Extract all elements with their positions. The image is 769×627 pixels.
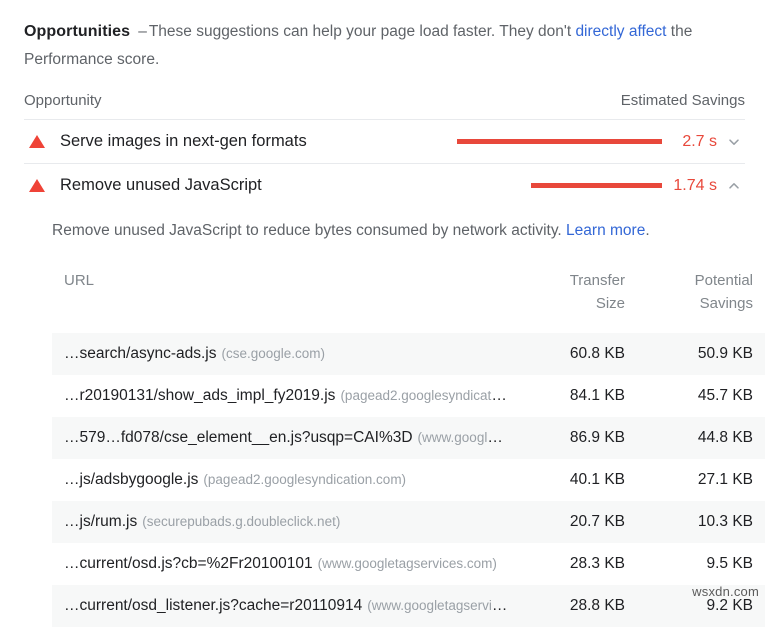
warning-triangle-icon	[26, 135, 48, 148]
cell-potential-savings: 10.3 KB	[697, 513, 753, 530]
url-table-header-row: URL Transfer Size Potential Savings	[52, 269, 765, 333]
transfer-size-line2: Size	[595, 295, 625, 312]
opportunity-name: Serve images in next-gen formats	[60, 132, 307, 150]
cell-potential-savings: 9.5 KB	[706, 555, 753, 572]
cell-transfer-size: 40.1 KB	[569, 471, 625, 488]
opportunities-panel: Opportunities – These suggestions can help…	[0, 0, 769, 627]
table-row: …r20190131/show_ads_impl_fy2019.js (pagea…	[52, 375, 765, 417]
url-host: (www.googletagservices.com)	[317, 556, 497, 571]
cell-url: …r20190131/show_ads_impl_fy2019.js (pagea…	[52, 375, 509, 417]
cell-url: …search/async-ads.js (cse.google.com)	[52, 333, 509, 375]
savings-bar-fill	[457, 139, 662, 144]
transfer-size-line1: Transfer	[569, 272, 625, 289]
opportunity-table-header: Opportunity Estimated Savings	[24, 92, 745, 119]
table-row: …js/adsbygoogle.js (pagead2.googlesyndica…	[52, 459, 765, 501]
cell-transfer-size: 84.1 KB	[569, 387, 625, 404]
watermark: wsxdn.com	[692, 584, 759, 599]
url-table-body: …search/async-ads.js (cse.google.com) 60.8…	[52, 333, 765, 627]
cell-transfer-size: 20.7 KB	[569, 513, 625, 530]
header-dash: –	[138, 23, 147, 40]
opportunity-savings-value: 1.74 s	[673, 176, 717, 194]
savings-bar-fill	[531, 183, 662, 188]
column-header-potential-savings: Potential Savings	[637, 269, 765, 333]
table-row: …current/osd.js?cb=%2Fr20100101 (www.goog…	[52, 543, 765, 585]
url-table-head: URL Transfer Size Potential Savings	[52, 269, 765, 333]
cell-potential-savings: 50.9 KB	[697, 345, 753, 362]
table-row: …search/async-ads.js (cse.google.com) 60.8…	[52, 333, 765, 375]
url-breakdown-table: URL Transfer Size Potential Savings …sea…	[52, 269, 765, 627]
potential-savings-line1: Potential	[694, 272, 753, 289]
chevron-up-icon[interactable]	[723, 179, 745, 193]
url-host: (securepubads.g.doubleclick.net)	[142, 514, 341, 529]
opportunity-savings-value: 2.7 s	[682, 132, 717, 150]
description-text-after: .	[645, 222, 650, 239]
cell-url: …js/rum.js (securepubads.g.doubleclick.ne…	[52, 501, 509, 543]
opportunity-row-serve-images[interactable]: Serve images in next-gen formats 2.7 s	[24, 120, 745, 163]
url-host: (pagead2.googlesyndication.com)	[203, 472, 407, 487]
table-row: …579…fd078/cse_element__en.js?usqp=CAI%3…	[52, 417, 765, 459]
cell-url: …js/adsbygoogle.js (pagead2.googlesyndica…	[52, 459, 509, 501]
table-row: …js/rum.js (securepubads.g.doubleclick.ne…	[52, 501, 765, 543]
learn-more-link[interactable]: Learn more	[566, 222, 645, 239]
url-host: (pagead2.googlesyndication.com)	[340, 388, 509, 403]
cell-transfer-size: 60.8 KB	[569, 345, 625, 362]
header-blurb-before: These suggestions can help your page loa…	[148, 23, 576, 40]
cell-url: …current/osd.js?cb=%2Fr20100101 (www.goog…	[52, 543, 509, 585]
savings-bar-track	[457, 183, 662, 188]
cell-transfer-size: 28.3 KB	[569, 555, 625, 572]
opportunity-table: Opportunity Estimated Savings Serve imag…	[24, 92, 765, 627]
directly-affect-link[interactable]: directly affect	[575, 23, 666, 40]
url-text: …579…fd078/cse_element__en.js?usqp=CAI%3…	[64, 429, 413, 446]
opportunity-description: Remove unused JavaScript to reduce bytes…	[52, 219, 745, 243]
cell-potential-savings: 45.7 KB	[697, 387, 753, 404]
warning-triangle-icon	[26, 179, 48, 192]
column-header-opportunity: Opportunity	[24, 92, 102, 109]
url-text: …search/async-ads.js	[64, 345, 217, 362]
opportunity-detail-panel: Remove unused JavaScript to reduce bytes…	[24, 207, 765, 627]
url-text: …js/adsbygoogle.js	[64, 471, 199, 488]
url-host: (www.googletagservices.com)	[367, 598, 509, 613]
opportunity-row-remove-unused-javascript[interactable]: Remove unused JavaScript 1.74 s	[24, 164, 745, 207]
url-text: …js/rum.js	[64, 513, 138, 530]
column-header-transfer-size: Transfer Size	[509, 269, 637, 333]
table-row: …current/osd_listener.js?cache=r20110914…	[52, 585, 765, 627]
savings-bar-track	[457, 139, 662, 144]
cell-transfer-size: 28.8 KB	[569, 597, 625, 614]
url-text: …current/osd.js?cb=%2Fr20100101	[64, 555, 313, 572]
description-text-before: Remove unused JavaScript to reduce bytes…	[52, 222, 567, 239]
column-header-estimated-savings: Estimated Savings	[620, 92, 745, 109]
cell-transfer-size: 86.9 KB	[569, 429, 625, 446]
opportunity-name: Remove unused JavaScript	[60, 176, 262, 194]
cell-potential-savings: 44.8 KB	[697, 429, 753, 446]
cell-potential-savings: 27.1 KB	[697, 471, 753, 488]
cell-url: …579…fd078/cse_element__en.js?usqp=CAI%3…	[52, 417, 509, 459]
potential-savings-line2: Savings	[699, 295, 753, 312]
url-text: …r20190131/show_ads_impl_fy2019.js	[64, 387, 336, 404]
opportunities-header: Opportunities – These suggestions can help…	[24, 0, 740, 74]
url-host: (www.google.com)	[417, 430, 509, 445]
column-header-url: URL	[64, 272, 95, 289]
url-text: …current/osd_listener.js?cache=r20110914	[64, 597, 363, 614]
cell-url: …current/osd_listener.js?cache=r20110914…	[52, 585, 509, 627]
page-title: Opportunities	[24, 23, 131, 40]
chevron-down-icon[interactable]	[723, 135, 745, 149]
url-host: (cse.google.com)	[221, 346, 326, 361]
